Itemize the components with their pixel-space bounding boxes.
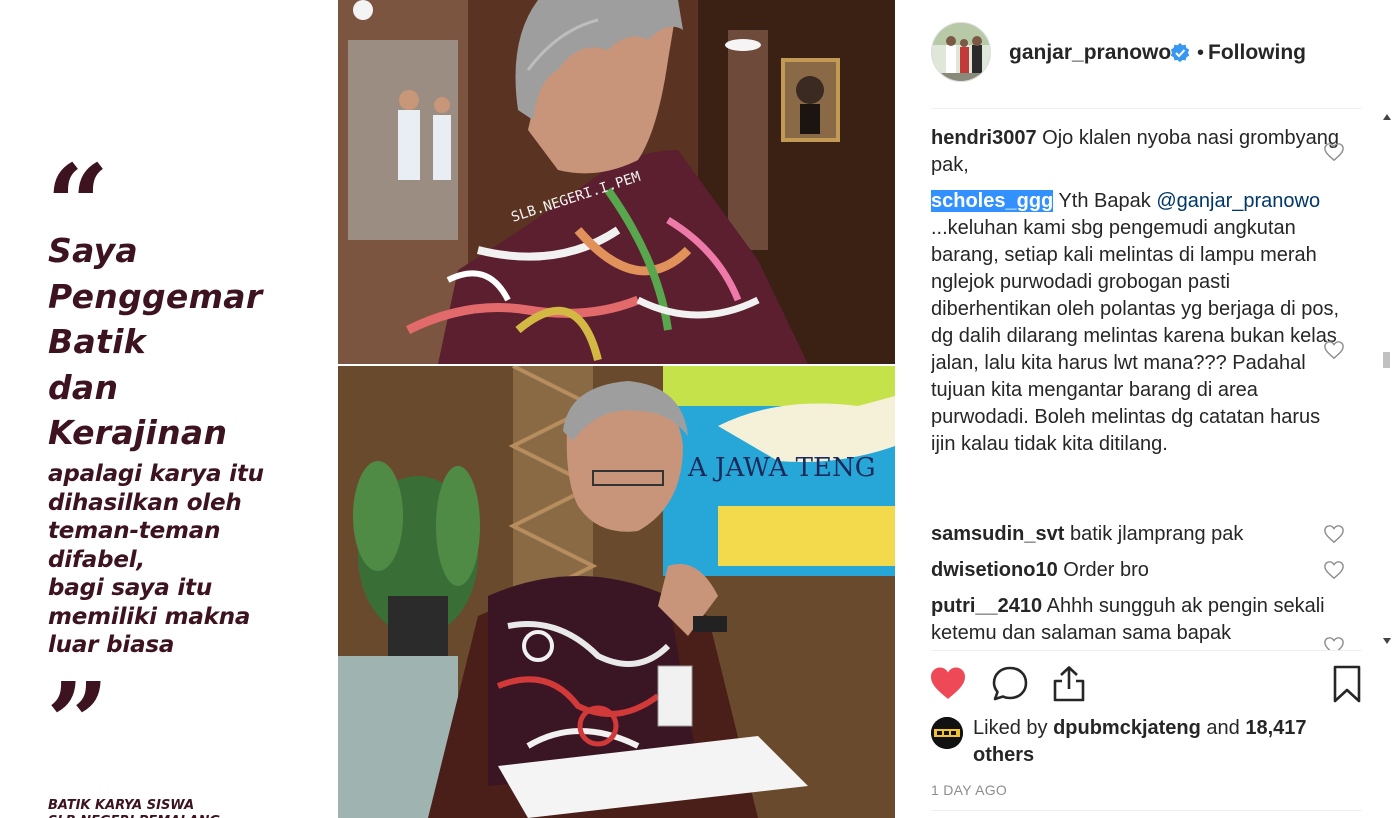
header-divider bbox=[931, 108, 1361, 109]
bottom-divider bbox=[931, 810, 1361, 811]
comment-like-heart-icon[interactable] bbox=[1323, 340, 1345, 360]
comment-username[interactable]: samsudin_svt bbox=[931, 523, 1064, 545]
liker-avatar-logo bbox=[931, 717, 963, 749]
liker-avatar[interactable] bbox=[931, 717, 963, 749]
comments-scrollbar[interactable] bbox=[1379, 112, 1392, 650]
photo-batik-back-illustration: SLB.NEGERI.I.PEM bbox=[338, 0, 895, 364]
scroll-down-arrow-icon[interactable] bbox=[1383, 638, 1391, 644]
comment-text-prefix: Yth Bapak bbox=[1058, 190, 1151, 212]
bookmark-icon[interactable] bbox=[1327, 664, 1367, 704]
verified-badge-icon bbox=[1170, 43, 1190, 63]
comment-text: ...keluhan kami sbg pengemudi angkutan b… bbox=[931, 217, 1340, 455]
photo-man-speaking: A JAWA TENG bbox=[338, 366, 895, 818]
comment-username[interactable]: hendri3007 bbox=[931, 127, 1037, 149]
likes-and: and bbox=[1206, 717, 1240, 739]
likes-summary: Liked by dpubmckjateng and 18,417 others bbox=[931, 715, 1361, 771]
comment-text: Order bro bbox=[1063, 559, 1149, 581]
clipped-comment-fragment: nggak g bbox=[931, 112, 1131, 115]
share-icon[interactable] bbox=[1049, 664, 1089, 704]
caption-credit: BATIK KARYA SISWA SLB NEGERI PEMALANG bbox=[48, 798, 220, 818]
comment-item: putri__2410 Ahhh sungguh ak pengin sekal… bbox=[931, 593, 1341, 647]
comment-item: dwisetiono10 Order bro bbox=[931, 557, 1341, 584]
post-author-username[interactable]: ganjar_pranowo bbox=[1009, 40, 1171, 66]
post-timestamp[interactable]: 1 DAY AGO bbox=[931, 782, 1007, 798]
comment-like-heart-icon[interactable] bbox=[1323, 524, 1345, 544]
comment-like-heart-icon[interactable] bbox=[1323, 560, 1345, 580]
comment-like-heart-icon[interactable] bbox=[1323, 636, 1345, 650]
following-button[interactable]: Following bbox=[1208, 40, 1306, 66]
quote-panel: “ Saya Penggemar Batik dan Kerajinan apa… bbox=[0, 0, 338, 818]
likes-text: Liked by dpubmckjateng and 18,417 others bbox=[973, 715, 1333, 769]
map-text: A JAWA TENG bbox=[687, 453, 876, 483]
scroll-up-arrow-icon[interactable] bbox=[1383, 114, 1391, 120]
comment-text: batik jlamprang pak bbox=[1069, 523, 1244, 545]
likes-prefix: Liked by bbox=[973, 717, 1048, 739]
quote-sub-text: apalagi karya itu dihasilkan oleh teman-… bbox=[48, 461, 264, 658]
comment-username[interactable]: dwisetiono10 bbox=[931, 559, 1058, 581]
post-header: ganjar_pranowo • Following bbox=[895, 0, 1392, 108]
comment-item: scholes_ggg Yth Bapak @ganjar_pranowo ..… bbox=[931, 188, 1341, 458]
liker-username[interactable]: dpubmckjateng bbox=[1053, 717, 1201, 739]
post-side-panel: ganjar_pranowo • Following nggak g hendr… bbox=[895, 0, 1392, 818]
photo-man-speaking-illustration: A JAWA TENG bbox=[338, 366, 895, 818]
avatar-illustration bbox=[932, 23, 990, 81]
profile-avatar[interactable] bbox=[931, 22, 991, 82]
scrollbar-thumb[interactable] bbox=[1383, 352, 1390, 368]
comment-icon[interactable] bbox=[990, 664, 1030, 704]
actions-divider bbox=[931, 650, 1361, 651]
comment-username[interactable]: putri__2410 bbox=[931, 595, 1042, 617]
comments-list[interactable]: nggak g hendri3007 Ojo klalen nyoba nasi… bbox=[931, 112, 1381, 650]
comment-item: samsudin_svt batik jlamprang pak bbox=[931, 521, 1341, 548]
heart-filled-icon[interactable] bbox=[928, 664, 968, 704]
header-separator: • bbox=[1197, 42, 1205, 64]
clipped-comment-line: nggak g bbox=[931, 112, 1341, 115]
quote-main-text: Saya Penggemar Batik dan Kerajinan bbox=[48, 231, 263, 452]
comment-username[interactable]: scholes_ggg bbox=[931, 190, 1054, 212]
comment-like-heart-icon[interactable] bbox=[1323, 142, 1345, 162]
comment-item: hendri3007 Ojo klalen nyoba nasi grombya… bbox=[931, 125, 1341, 179]
comment-mention-link[interactable]: @ganjar_pranowo bbox=[1156, 190, 1320, 212]
close-quote-mark: ” bbox=[46, 658, 110, 787]
post-image[interactable]: “ Saya Penggemar Batik dan Kerajinan apa… bbox=[0, 0, 895, 818]
photo-batik-back: SLB.NEGERI.I.PEM bbox=[338, 0, 895, 364]
